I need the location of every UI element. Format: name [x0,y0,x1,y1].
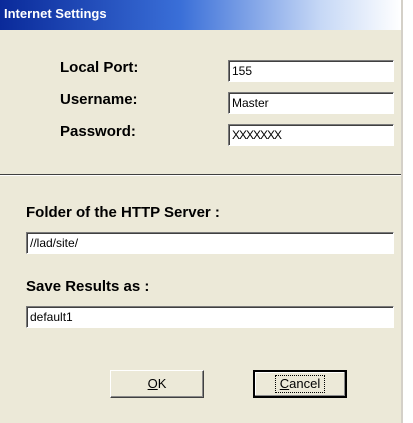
window-frame-edge [401,0,403,423]
ok-button[interactable]: OK [110,370,204,398]
window-title: Internet Settings [4,6,107,21]
cancel-focus-rect: Cancel [274,375,326,393]
ok-mnemonic: O [147,376,158,391]
ok-label-rest: K [157,376,167,391]
password-label: Password: [60,123,136,140]
http-folder-input[interactable]: //lad/site/ [26,232,394,254]
save-results-input[interactable]: default1 [26,306,394,328]
username-input[interactable]: Master [228,92,394,114]
cancel-mnemonic: C [279,376,290,391]
password-input[interactable]: XXXXXXX [228,124,394,146]
title-bar[interactable]: Internet Settings [0,0,401,30]
cancel-label-rest: ancel [289,376,321,391]
http-folder-label: Folder of the HTTP Server : [26,204,220,221]
separator-highlight [0,175,401,176]
save-results-label: Save Results as : [26,278,150,295]
local-port-label: Local Port: [60,59,139,76]
internet-settings-dialog: Internet Settings Local Port: 155 Userna… [0,0,401,423]
cancel-button[interactable]: Cancel [253,370,347,398]
local-port-input[interactable]: 155 [228,60,394,82]
username-label: Username: [60,91,138,108]
